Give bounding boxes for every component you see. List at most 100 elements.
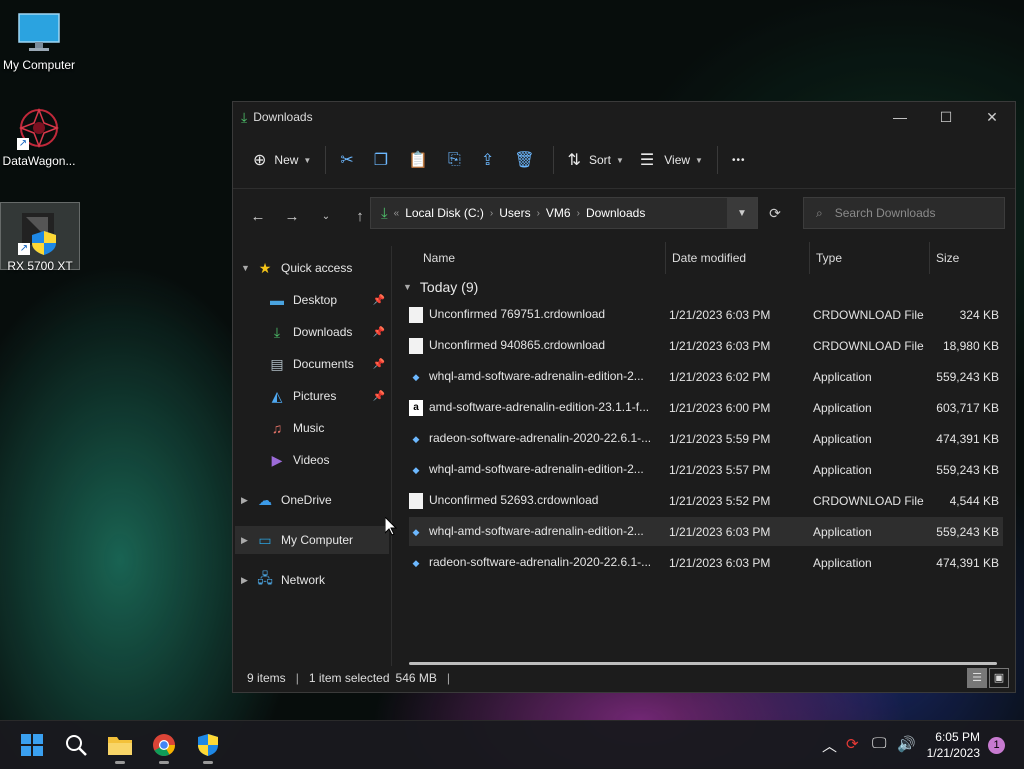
desktop-icon-datawagon[interactable]: ↗ DataWagon... bbox=[0, 98, 78, 168]
address-bar[interactable]: ⤓ « Local Disk (C:) › Users › VM6 › Down… bbox=[370, 197, 758, 229]
back-button[interactable]: ← bbox=[241, 208, 275, 225]
column-header-date[interactable]: Date modified bbox=[665, 242, 809, 274]
sort-button[interactable]: ⇅ Sort ▼ bbox=[560, 144, 632, 176]
file-row[interactable]: a amd-software-adrenalin-edition-23.1.1-f… bbox=[409, 393, 1003, 422]
nav-network[interactable]: ▶ 🖧 Network bbox=[241, 566, 325, 594]
address-dropdown-button[interactable]: ▼ bbox=[727, 198, 757, 228]
search-input[interactable] bbox=[832, 205, 987, 221]
chevron-right-icon: ▶ bbox=[241, 534, 248, 545]
rename-button[interactable]: ⎘ bbox=[440, 144, 473, 176]
new-button[interactable]: ⊕ New ▼ bbox=[245, 144, 319, 176]
file-size: 18,980 KB bbox=[942, 338, 999, 353]
tiles-view-button[interactable]: ▣ bbox=[989, 668, 1009, 688]
taskbar: ︿ ⟳ 🖵 🔊 6:05 PM 1/21/2023 1 bbox=[0, 720, 1024, 769]
file-row[interactable]: Unconfirmed 52693.crdownload 1/21/2023 5:… bbox=[409, 486, 1003, 515]
maximize-button[interactable]: ☐ bbox=[923, 109, 969, 126]
file-name: amd-software-adrenalin-edition-23.1.1-f.… bbox=[429, 399, 650, 414]
column-header-name[interactable]: Name bbox=[399, 242, 665, 274]
nav-label: My Computer bbox=[281, 533, 354, 547]
start-button[interactable] bbox=[16, 729, 48, 761]
nav-item-music[interactable]: ♫ Music bbox=[267, 414, 325, 442]
column-label: Name bbox=[423, 251, 456, 265]
volume-icon[interactable]: 🔊 bbox=[897, 735, 916, 753]
recent-locations-button[interactable]: ⌄ bbox=[309, 211, 343, 222]
nav-item-desktop[interactable]: ▬ Desktop 📌 bbox=[267, 286, 385, 314]
music-icon: ♫ bbox=[271, 420, 283, 436]
file-explorer-taskbar-button[interactable] bbox=[104, 729, 136, 764]
nav-item-videos[interactable]: ▶ Videos bbox=[267, 446, 330, 474]
clock[interactable]: 6:05 PM 1/21/2023 bbox=[927, 729, 980, 761]
paste-button[interactable]: 📋 bbox=[400, 144, 440, 176]
divider bbox=[716, 146, 718, 174]
group-header-today[interactable]: ▼ Today (9) bbox=[399, 276, 478, 298]
nav-onedrive[interactable]: ▶ ☁ OneDrive bbox=[241, 486, 332, 514]
file-row[interactable]: ◆ radeon-software-adrenalin-2020-22.6.1-.… bbox=[409, 424, 1003, 453]
file-date: 1/21/2023 6:00 PM bbox=[669, 400, 771, 415]
breadcrumb-users[interactable]: Users bbox=[499, 206, 530, 220]
desktop-icon-label: RX 5700 XT bbox=[7, 259, 73, 273]
column-label: Date modified bbox=[672, 251, 747, 265]
file-type: Application bbox=[813, 400, 872, 415]
chevron-down-icon: ▼ bbox=[241, 263, 250, 273]
search-button[interactable] bbox=[60, 729, 92, 761]
close-button[interactable]: ✕ bbox=[969, 109, 1015, 126]
chevron-right-icon: ▶ bbox=[241, 494, 248, 505]
status-item-count: 9 items bbox=[247, 671, 286, 685]
nav-quick-access[interactable]: ▼ ★ Quick access bbox=[241, 254, 352, 282]
title-bar[interactable]: ⤓ Downloads — ☐ ✕ bbox=[233, 102, 1015, 132]
desktop-icon-rx5700xt[interactable]: ↗ RX 5700 XT bbox=[0, 202, 80, 273]
nav-item-documents[interactable]: ▤ Documents 📌 bbox=[267, 350, 385, 378]
refresh-button[interactable]: ⟳ bbox=[760, 197, 790, 229]
chrome-taskbar-button[interactable] bbox=[148, 729, 180, 764]
pin-icon: 📌 bbox=[372, 390, 385, 402]
file-name-cell: a amd-software-adrenalin-edition-23.1.1-f… bbox=[409, 399, 661, 416]
file-type: Application bbox=[813, 555, 872, 570]
file-row[interactable]: ◆ whql-amd-software-adrenalin-edition-2..… bbox=[409, 362, 1003, 391]
view-button[interactable]: ☰ View ▼ bbox=[632, 144, 711, 176]
file-size: 559,243 KB bbox=[936, 462, 999, 477]
desktop-icon-my-computer[interactable]: My Computer bbox=[0, 2, 78, 72]
file-row[interactable]: ◆ whql-amd-software-adrenalin-edition-2..… bbox=[409, 455, 1003, 484]
network-tray-icon[interactable]: 🖵 bbox=[872, 735, 886, 752]
file-name: Unconfirmed 769751.crdownload bbox=[429, 306, 606, 321]
file-row[interactable]: Unconfirmed 769751.crdownload 1/21/2023 6… bbox=[409, 300, 1003, 329]
copy-button[interactable]: ❐ bbox=[366, 144, 400, 176]
file-row[interactable]: ◆ radeon-software-adrenalin-2020-22.6.1-.… bbox=[409, 548, 1003, 577]
cut-button[interactable]: ✂ bbox=[332, 144, 365, 176]
file-type: CRDOWNLOAD File bbox=[813, 338, 924, 353]
nav-my-computer[interactable]: ▶ ▭ My Computer bbox=[235, 526, 389, 554]
more-options-button[interactable]: ••• bbox=[724, 144, 754, 176]
desktop-folder-icon: ▬ bbox=[270, 292, 284, 308]
chevron-down-icon: ▼ bbox=[695, 155, 703, 165]
column-header-type[interactable]: Type bbox=[809, 242, 929, 274]
nav-item-downloads[interactable]: ⤓ Downloads 📌 bbox=[267, 318, 385, 346]
divider bbox=[325, 146, 327, 174]
sync-alert-icon[interactable]: ⟳ bbox=[846, 735, 859, 753]
file-name-cell: ◆ whql-amd-software-adrenalin-edition-2..… bbox=[409, 524, 661, 540]
minimize-button[interactable]: — bbox=[877, 109, 923, 126]
file-date: 1/21/2023 6:02 PM bbox=[669, 369, 771, 384]
clock-time: 6:05 PM bbox=[935, 730, 980, 744]
breadcrumb-local-disk[interactable]: Local Disk (C:) bbox=[405, 206, 484, 220]
file-row[interactable]: Unconfirmed 940865.crdownload 1/21/2023 6… bbox=[409, 331, 1003, 360]
show-hidden-icons-button[interactable]: ︿ bbox=[822, 735, 837, 756]
file-name: whql-amd-software-adrenalin-edition-2... bbox=[429, 368, 644, 383]
nav-label: Videos bbox=[293, 453, 330, 467]
pin-icon: 📌 bbox=[372, 358, 385, 370]
forward-button[interactable]: → bbox=[275, 208, 309, 225]
search-box[interactable]: ⌕ bbox=[803, 197, 1005, 229]
notification-badge[interactable]: 1 bbox=[988, 737, 1005, 754]
details-view-button[interactable]: ☰ bbox=[967, 668, 987, 688]
file-row[interactable]: ◆ whql-amd-software-adrenalin-edition-2..… bbox=[409, 517, 1003, 546]
share-button[interactable]: ⇪ bbox=[473, 144, 506, 176]
file-name: radeon-software-adrenalin-2020-22.6.1-..… bbox=[429, 554, 652, 569]
divider bbox=[552, 146, 554, 174]
file-name: Unconfirmed 52693.crdownload bbox=[429, 492, 599, 507]
delete-button[interactable]: 🗑 bbox=[506, 144, 546, 176]
breadcrumb-vm6[interactable]: VM6 bbox=[546, 206, 571, 220]
column-header-size[interactable]: Size bbox=[929, 242, 1007, 274]
breadcrumb-downloads[interactable]: Downloads bbox=[586, 206, 645, 220]
nav-item-pictures[interactable]: ◭ Pictures 📌 bbox=[267, 382, 385, 410]
windows-logo-icon bbox=[21, 734, 43, 756]
installer-taskbar-button[interactable] bbox=[192, 729, 224, 764]
